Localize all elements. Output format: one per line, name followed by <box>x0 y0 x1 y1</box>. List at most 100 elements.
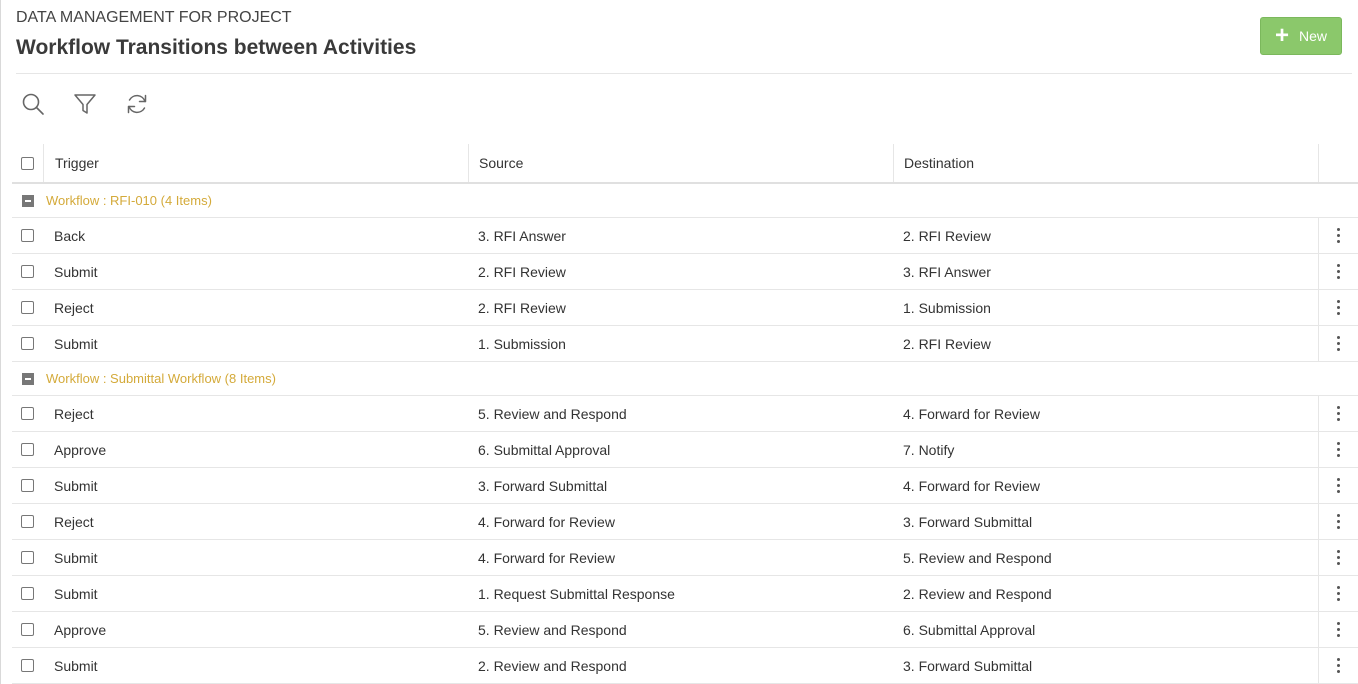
cell-source: 5. Review and Respond <box>478 405 627 422</box>
kebab-dot <box>1337 520 1340 523</box>
row-checkbox-cell <box>12 540 43 575</box>
row-checkbox[interactable] <box>21 659 34 672</box>
row-checkbox[interactable] <box>21 229 34 242</box>
cell-destination: 4. Forward for Review <box>903 405 1040 422</box>
kebab-dot <box>1337 336 1340 339</box>
row-checkbox-cell <box>12 504 43 539</box>
new-button-label: New <box>1299 28 1328 44</box>
kebab-dot <box>1337 234 1340 237</box>
group-label: Workflow : RFI-010 (4 Items) <box>46 193 212 208</box>
row-checkbox[interactable] <box>21 479 34 492</box>
row-checkbox-cell <box>12 648 43 683</box>
kebab-dot <box>1337 300 1340 303</box>
page-title: Workflow Transitions between Activities <box>16 36 417 59</box>
search-button[interactable] <box>20 88 72 120</box>
refresh-button[interactable] <box>124 88 176 120</box>
cell-source: 3. RFI Answer <box>478 227 566 244</box>
row-checkbox[interactable] <box>21 265 34 278</box>
kebab-dot <box>1337 276 1340 279</box>
more-options-icon[interactable] <box>1331 332 1346 355</box>
row-checkbox[interactable] <box>21 551 34 564</box>
new-button[interactable]: + New <box>1260 17 1342 55</box>
more-options-icon[interactable] <box>1331 474 1346 497</box>
cell-trigger: Submit <box>54 549 98 566</box>
row-checkbox[interactable] <box>21 407 34 420</box>
row-actions-cell <box>1318 432 1358 467</box>
kebab-dot <box>1337 264 1340 267</box>
kebab-dot <box>1337 412 1340 415</box>
row-actions-cell <box>1318 468 1358 503</box>
collapse-group-icon[interactable] <box>22 194 34 207</box>
page-header: DATA MANAGEMENT FOR PROJECT Workflow Tra… <box>16 0 1352 74</box>
row-checkbox-cell <box>12 254 43 289</box>
kebab-dot <box>1337 442 1340 445</box>
row-actions-cell <box>1318 540 1358 575</box>
table-row[interactable]: Submit 2. Review and Respond 3. Forward Su… <box>12 648 1358 684</box>
table-row[interactable]: Submit 1. Request Submittal Response 2. Re… <box>12 576 1358 612</box>
column-header-destination[interactable]: Destination <box>893 144 1318 182</box>
row-checkbox[interactable] <box>21 443 34 456</box>
more-options-icon[interactable] <box>1331 402 1346 425</box>
row-actions-cell <box>1318 326 1358 361</box>
table-row[interactable]: Submit 1. Submission 2. RFI Review <box>12 326 1358 362</box>
more-options-icon[interactable] <box>1331 296 1346 319</box>
kebab-dot <box>1337 478 1340 481</box>
table-row[interactable]: Reject 4. Forward for Review 3. Forward Su… <box>12 504 1358 540</box>
cell-source: 1. Request Submittal Response <box>478 585 675 602</box>
more-options-icon[interactable] <box>1331 224 1346 247</box>
cell-source: 2. Review and Respond <box>478 657 627 674</box>
table-row[interactable]: Reject 2. RFI Review 1. Submission <box>12 290 1358 326</box>
kebab-dot <box>1337 312 1340 315</box>
kebab-dot <box>1337 598 1340 601</box>
kebab-dot <box>1337 454 1340 457</box>
table-row[interactable]: Submit 3. Forward Submittal 4. Forward for… <box>12 468 1358 504</box>
table-row[interactable]: Submit 2. RFI Review 3. RFI Answer <box>12 254 1358 290</box>
row-checkbox-cell <box>12 576 43 611</box>
more-options-icon[interactable] <box>1331 618 1346 641</box>
row-checkbox-cell <box>12 326 43 361</box>
column-header-trigger[interactable]: Trigger <box>43 144 468 182</box>
kebab-dot <box>1337 634 1340 637</box>
column-header-actions <box>1318 144 1358 182</box>
column-header-source[interactable]: Source <box>468 144 893 182</box>
kebab-dot <box>1337 592 1340 595</box>
row-actions-cell <box>1318 576 1358 611</box>
more-options-icon[interactable] <box>1331 438 1346 461</box>
kebab-dot <box>1337 664 1340 667</box>
more-options-icon[interactable] <box>1331 654 1346 677</box>
filter-button[interactable] <box>72 88 124 120</box>
cell-trigger: Reject <box>54 299 94 316</box>
row-checkbox[interactable] <box>21 623 34 636</box>
cell-source: 2. RFI Review <box>478 299 566 316</box>
more-options-icon[interactable] <box>1331 510 1346 533</box>
table-row[interactable]: Approve 5. Review and Respond 6. Submittal… <box>12 612 1358 648</box>
table-header: Trigger Source Destination <box>12 144 1358 184</box>
kebab-dot <box>1337 556 1340 559</box>
table-row[interactable]: Reject 5. Review and Respond 4. Forward fo… <box>12 396 1358 432</box>
table-row[interactable]: Back 3. RFI Answer 2. RFI Review <box>12 218 1358 254</box>
table-row[interactable]: Submit 4. Forward for Review 5. Review and… <box>12 540 1358 576</box>
collapse-group-icon[interactable] <box>22 372 34 385</box>
row-actions-cell <box>1318 218 1358 253</box>
row-checkbox[interactable] <box>21 337 34 350</box>
kebab-dot <box>1337 406 1340 409</box>
table-body: Workflow : RFI-010 (4 Items) Back 3. RFI A… <box>12 184 1358 684</box>
more-options-icon[interactable] <box>1331 260 1346 283</box>
cell-destination: 3. Forward Submittal <box>903 657 1033 674</box>
kebab-dot <box>1337 484 1340 487</box>
more-options-icon[interactable] <box>1331 546 1346 569</box>
cell-source: 2. RFI Review <box>478 263 566 280</box>
kebab-dot <box>1337 562 1340 565</box>
row-checkbox[interactable] <box>21 301 34 314</box>
row-checkbox[interactable] <box>21 587 34 600</box>
row-checkbox[interactable] <box>21 515 34 528</box>
cell-destination: 2. RFI Review <box>903 335 991 352</box>
more-options-icon[interactable] <box>1331 582 1346 605</box>
row-actions-cell <box>1318 612 1358 647</box>
select-all-checkbox[interactable] <box>21 156 34 170</box>
row-actions-cell <box>1318 648 1358 683</box>
kebab-dot <box>1337 526 1340 529</box>
cell-destination: 4. Forward for Review <box>903 477 1040 494</box>
kebab-dot <box>1337 586 1340 589</box>
table-row[interactable]: Approve 6. Submittal Approval 7. Notify <box>12 432 1358 468</box>
